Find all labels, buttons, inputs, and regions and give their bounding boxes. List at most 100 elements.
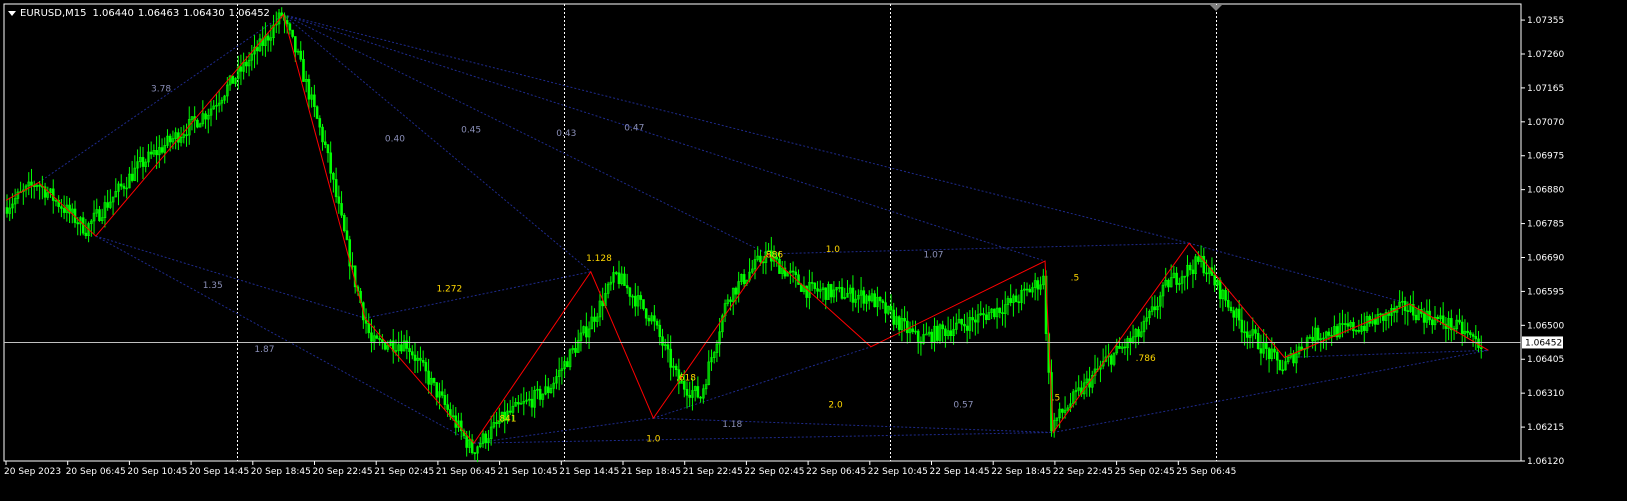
candle-body xyxy=(617,272,621,285)
chart-window[interactable]: 3.78 0.40 0.45 0.43 0.47 1.35 1.87 1.272 1.128 .8… xyxy=(0,0,1627,501)
candle-body xyxy=(813,282,817,289)
candle-body xyxy=(884,302,887,314)
candle-body xyxy=(185,134,188,136)
candle-body xyxy=(1292,353,1295,364)
candle-body xyxy=(255,46,259,52)
candle-body xyxy=(204,113,207,120)
y-tick-label: 1.06880 xyxy=(1527,186,1564,196)
candle-body xyxy=(925,333,928,336)
candle-body xyxy=(655,320,659,326)
candle-body xyxy=(1232,310,1236,318)
pattern-ratio-label: 1.0 xyxy=(826,245,841,255)
low-value: 1.06430 xyxy=(183,7,225,19)
candle-body xyxy=(1327,331,1331,336)
candle-body xyxy=(1036,280,1040,290)
candle-body xyxy=(538,388,542,400)
candle-body xyxy=(342,214,346,232)
candle-body xyxy=(413,354,417,361)
candle-body xyxy=(881,300,885,303)
x-tick-label: 22 Sep 10:45 xyxy=(868,467,928,477)
pattern-line xyxy=(95,235,475,444)
candle-body xyxy=(873,293,876,308)
candle-body xyxy=(1224,289,1227,301)
y-tick-label: 1.07165 xyxy=(1527,84,1564,94)
candle-body xyxy=(1275,351,1279,361)
candle-body xyxy=(1061,408,1064,413)
candle-body xyxy=(465,435,468,448)
candle-body xyxy=(897,316,901,330)
candle-body xyxy=(1218,279,1222,300)
pattern-ratio-label: 1.18 xyxy=(722,420,742,430)
x-tick-label: 21 Sep 10:45 xyxy=(498,467,558,477)
candle-body xyxy=(1197,256,1200,262)
candle-body xyxy=(332,173,335,180)
candle-body xyxy=(1137,329,1140,337)
pattern-ratio-label: 2.0 xyxy=(828,400,843,410)
pattern-ratio-label: 1.35 xyxy=(203,281,223,291)
candle-body xyxy=(291,29,294,37)
candle-body xyxy=(546,386,550,394)
candle-body xyxy=(829,284,833,298)
candle-body xyxy=(98,209,101,222)
candle-body xyxy=(106,202,109,208)
pattern-ratio-label: 1.07 xyxy=(923,250,943,260)
candle-body xyxy=(130,173,134,181)
candle-body xyxy=(1256,333,1260,349)
candle-body xyxy=(1110,355,1113,365)
y-tick-label: 1.07070 xyxy=(1527,118,1564,128)
candle-body xyxy=(1014,295,1018,303)
candle-body xyxy=(1237,308,1241,321)
candle-body xyxy=(824,287,828,300)
candle-body xyxy=(998,307,1002,313)
candle-body xyxy=(383,342,387,350)
candle-body xyxy=(984,314,988,320)
candle-body xyxy=(1129,338,1132,343)
chevron-down-icon[interactable] xyxy=(8,10,16,16)
candle-body xyxy=(911,328,915,332)
close-value: 1.06452 xyxy=(228,7,270,19)
candle-body xyxy=(427,370,430,385)
candle-body xyxy=(326,144,330,154)
candle-body xyxy=(840,287,844,299)
candle-body xyxy=(484,433,488,443)
candle-body xyxy=(1123,346,1127,349)
chart-shift-marker-icon xyxy=(1210,5,1222,11)
price-chart[interactable]: 3.78 0.40 0.45 0.43 0.47 1.35 1.87 1.272 1.128 .8… xyxy=(0,0,1627,501)
candle-body xyxy=(685,388,689,396)
candle-body xyxy=(1460,321,1464,335)
candle-body xyxy=(1229,306,1233,311)
candle-body xyxy=(1368,316,1372,324)
pattern-ratio-label: .5 xyxy=(1071,274,1080,284)
candle-body xyxy=(30,181,33,186)
candle-body xyxy=(851,287,855,303)
y-tick-label: 1.06975 xyxy=(1527,152,1564,162)
pattern-ratio-label: 0.40 xyxy=(385,134,405,144)
pattern-ratio-label: .886 xyxy=(763,250,783,260)
x-tick-label: 22 Sep 02:45 xyxy=(744,467,804,477)
candle-body xyxy=(5,207,9,214)
candle-body xyxy=(517,402,520,405)
candle-body xyxy=(1471,334,1475,337)
x-tick-label: 20 Sep 06:45 xyxy=(66,467,126,477)
y-tick-label: 1.06595 xyxy=(1527,287,1564,297)
pattern-ratio-label: .5 xyxy=(1052,393,1061,403)
candle-body xyxy=(634,295,637,307)
candle-body xyxy=(1259,348,1263,354)
candle-body xyxy=(408,348,411,352)
candle-body xyxy=(1213,275,1216,286)
x-tick-label: 21 Sep 18:45 xyxy=(621,467,681,477)
candle-body xyxy=(1278,359,1282,371)
pattern-line xyxy=(283,14,768,255)
candle-body xyxy=(816,288,819,292)
candle-body xyxy=(375,335,379,339)
candle-body xyxy=(1001,312,1004,314)
pattern-line xyxy=(364,271,591,319)
candle-body xyxy=(1028,288,1032,293)
candle-body xyxy=(285,20,289,25)
x-tick-label: 22 Sep 14:45 xyxy=(930,467,990,477)
x-tick-label: 21 Sep 06:45 xyxy=(436,467,496,477)
candle-body xyxy=(435,382,439,398)
candle-body xyxy=(797,274,800,285)
candle-body xyxy=(653,315,656,322)
candle-body xyxy=(778,258,781,274)
